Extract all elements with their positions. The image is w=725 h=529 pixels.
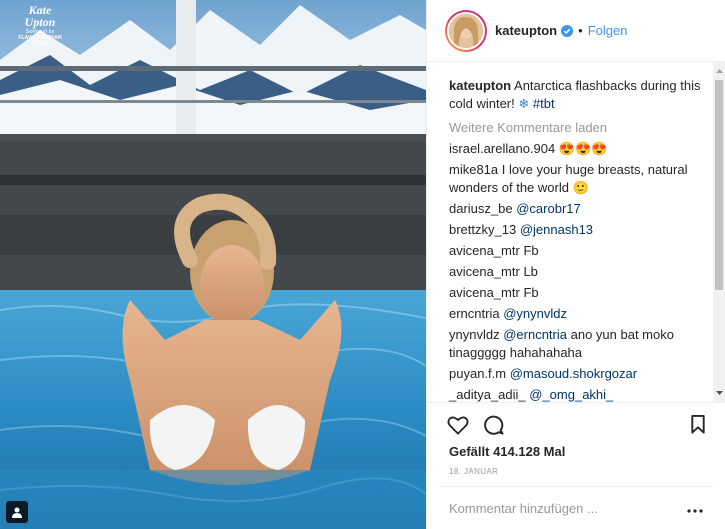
post-actions — [427, 402, 725, 446]
comment-row: israel.arellano.904 😍😍😍 — [449, 140, 704, 158]
comment-row: avicena_mtr Fb — [449, 284, 704, 302]
post-photo[interactable]: Kate Upton Swimsuit by FLAVIA PADOVAN (Y… — [0, 0, 426, 529]
user-tag-button[interactable] — [6, 501, 28, 523]
header-separator: • — [578, 23, 583, 38]
comment-mention[interactable]: @jennash13 — [520, 222, 593, 237]
comment-text: Fb — [523, 285, 539, 300]
caption-username[interactable]: kateupton — [449, 78, 511, 93]
comment-mention[interactable]: @carobr17 — [516, 201, 581, 216]
comment-username[interactable]: avicena_mtr — [449, 264, 520, 279]
comment-username[interactable]: avicena_mtr — [449, 243, 520, 258]
comment-bubble-icon[interactable] — [483, 414, 504, 435]
scrollbar-thumb[interactable] — [715, 80, 723, 290]
comment-username[interactable]: erncntria — [449, 306, 500, 321]
instagram-post: Kate Upton Swimsuit by FLAVIA PADOVAN (Y… — [0, 0, 725, 529]
add-comment-bar — [439, 486, 713, 529]
comment-row: brettzky_13 @jennash13 — [449, 221, 704, 239]
verified-badge-icon — [561, 24, 574, 37]
avatar-image — [447, 11, 485, 50]
watermark-code: (Y260) — [32, 41, 48, 47]
heart-icon[interactable] — [447, 415, 469, 435]
comment-mention[interactable]: @_omg_akhi_ — [529, 387, 613, 402]
user-tag-icon — [12, 507, 22, 518]
comment-mention[interactable]: @erncntria — [503, 327, 567, 342]
comment-row: avicena_mtr Lb — [449, 263, 704, 281]
more-dots-icon[interactable] — [687, 501, 703, 516]
likes-count[interactable]: Gefällt 414.128 Mal — [449, 444, 565, 459]
scroll-down-arrow-icon[interactable] — [713, 386, 725, 400]
post-caption: kateupton Antarctica flashbacks during t… — [449, 77, 704, 113]
comment-username[interactable]: israel.arellano.904 — [449, 141, 555, 156]
post-date[interactable]: 18. JANUAR — [449, 467, 498, 476]
comment-row: erncntria @ynynvldz — [449, 305, 704, 323]
comment-mention[interactable]: @ynynvldz — [503, 306, 567, 321]
watermark-title-2: Upton — [24, 15, 56, 29]
comment-username[interactable]: avicena_mtr — [449, 285, 520, 300]
brand-watermark: Kate Upton Swimsuit by FLAVIA PADOVAN (Y… — [12, 4, 68, 47]
comment-row: _aditya_adii_ @_omg_akhi_ — [449, 386, 704, 402]
comment-input[interactable] — [449, 500, 679, 516]
post-header: kateupton • Folgen — [427, 0, 725, 62]
comment-text: 😍😍😍 — [558, 141, 608, 156]
caption-hashtag[interactable]: #tbt — [533, 96, 555, 111]
comment-username[interactable]: brettzky_13 — [449, 222, 516, 237]
comment-username[interactable]: dariusz_be — [449, 201, 513, 216]
comment-text: Fb — [523, 243, 539, 258]
bookmark-icon[interactable] — [690, 415, 706, 437]
header-username[interactable]: kateupton — [495, 23, 557, 38]
post-sidebar: kateupton • Folgen kateupton Antarctica … — [426, 0, 725, 529]
comment-username[interactable]: _aditya_adii_ — [449, 387, 526, 402]
comment-row: mike81a I love your huge breasts, natura… — [449, 161, 704, 197]
snowflake-emoji: ❄ — [518, 96, 530, 111]
comment-row: dariusz_be @carobr17 — [449, 200, 704, 218]
comment-row: puyan.f.m @masoud.shokrgozar — [449, 365, 704, 383]
comment-row: ynynvldz @erncntria ano yun bat moko tin… — [449, 326, 704, 362]
photo-illustration — [0, 0, 426, 529]
comment-username[interactable]: mike81a — [449, 162, 498, 177]
comment-username[interactable]: ynynvldz — [449, 327, 500, 342]
scroll-up-arrow-icon[interactable] — [713, 64, 725, 78]
comment-text: Lb — [523, 264, 538, 279]
avatar[interactable] — [445, 9, 487, 52]
comments-scrollbar[interactable] — [713, 62, 725, 402]
follow-button[interactable]: Folgen — [588, 23, 628, 38]
load-more-comments-link[interactable]: Weitere Kommentare laden — [449, 119, 704, 137]
comments-list: kateupton Antarctica flashbacks during t… — [427, 62, 714, 402]
comment-mention[interactable]: @masoud.shokrgozar — [510, 366, 637, 381]
comment-row: avicena_mtr Fb — [449, 242, 704, 260]
comment-username[interactable]: puyan.f.m — [449, 366, 506, 381]
